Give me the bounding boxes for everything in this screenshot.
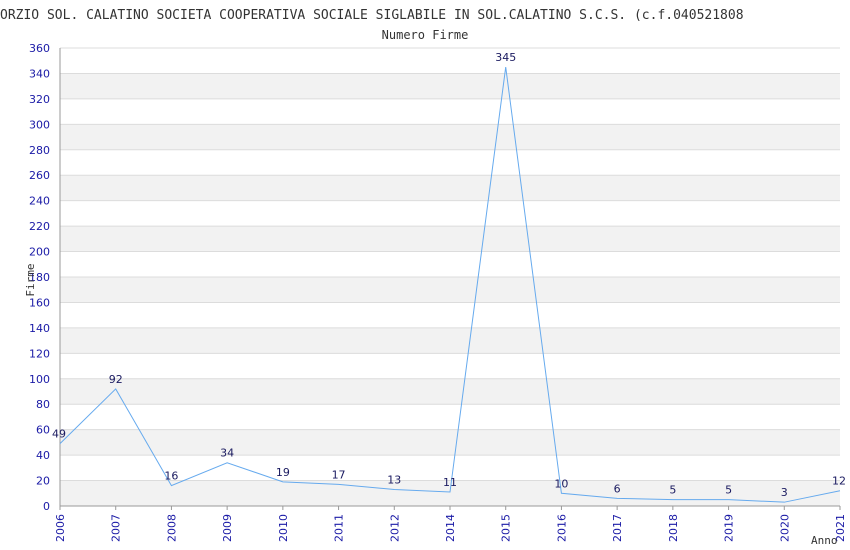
data-label: 19 [276, 466, 290, 479]
y-tick-label: 100 [29, 373, 50, 386]
x-tick-label: 2012 [388, 514, 401, 542]
y-tick-label: 260 [29, 169, 50, 182]
y-tick-label: 340 [29, 67, 50, 80]
grid-band [60, 175, 840, 201]
data-label: 5 [725, 484, 732, 497]
grid-bands [60, 73, 840, 506]
y-tick-label: 60 [36, 424, 50, 437]
grid-band [60, 226, 840, 252]
data-label: 34 [220, 447, 234, 460]
x-tick-label: 2015 [500, 514, 513, 542]
x-tick-labels: 2006 2007 2008 2009 2010 2011 2012 2014 2015 2016… [54, 506, 847, 542]
grid-band [60, 378, 840, 405]
x-tick-label: 2007 [110, 514, 123, 542]
data-label: 345 [495, 51, 516, 64]
grid-band [60, 277, 840, 303]
x-tick-label: 2019 [723, 514, 736, 542]
data-label: 5 [669, 484, 676, 497]
y-axis-label: Firme [24, 263, 37, 296]
grid-band [60, 327, 840, 354]
data-label: 13 [387, 473, 401, 486]
y-tick-label: 220 [29, 220, 50, 233]
x-tick-label: 2008 [165, 514, 178, 542]
line-chart: 0204060801001201401601802002202402602803… [0, 8, 847, 547]
x-tick-label: 2006 [54, 514, 67, 542]
y-tick-label: 160 [29, 296, 50, 309]
grid-band [60, 73, 840, 99]
data-label: 10 [554, 477, 568, 490]
y-tick-label: 20 [36, 475, 50, 488]
y-tick-label: 280 [29, 144, 50, 157]
chart-subtitle: Numero Firme [382, 28, 469, 42]
y-tick-label: 80 [36, 398, 50, 411]
y-tick-label: 140 [29, 322, 50, 335]
chart-title: ORZIO SOL. CALATINO SOCIETA COOPERATIVA … [0, 8, 744, 23]
data-label: 11 [443, 476, 457, 489]
y-tick-label: 200 [29, 246, 50, 259]
data-label: 17 [332, 468, 346, 481]
grid-band [60, 429, 840, 456]
x-axis-label: Anno [811, 534, 838, 547]
data-label: 3 [781, 486, 788, 499]
x-tick-label: 2017 [611, 514, 624, 542]
x-tick-label: 2009 [221, 514, 234, 542]
data-label: 16 [164, 470, 178, 483]
x-tick-label: 2020 [778, 514, 791, 542]
y-tick-label: 0 [43, 500, 50, 513]
data-label: 49 [52, 428, 66, 441]
y-tick-label: 320 [29, 93, 50, 106]
x-tick-label: 2016 [555, 514, 568, 542]
x-tick-label: 2014 [444, 514, 457, 542]
x-tick-label: 2010 [277, 514, 290, 542]
y-tick-label: 240 [29, 195, 50, 208]
grid-band [60, 124, 840, 150]
x-tick-label: 2018 [667, 514, 680, 542]
y-tick-label: 300 [29, 118, 50, 131]
data-label: 12 [832, 475, 846, 488]
y-tick-label: 40 [36, 449, 50, 462]
y-tick-label: 120 [29, 347, 50, 360]
data-label: 6 [614, 482, 621, 495]
x-tick-label: 2011 [333, 514, 346, 542]
y-tick-label: 360 [29, 42, 50, 55]
data-label: 92 [109, 373, 123, 386]
